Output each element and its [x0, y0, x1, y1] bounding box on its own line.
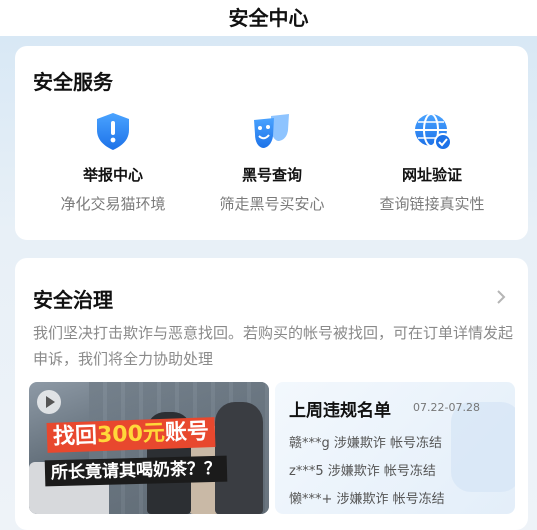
url-verify-desc: 查询链接真实性 — [379, 195, 485, 213]
security-governance-card[interactable]: 安全治理 我们坚决打击欺诈与恶意找回。若购买的帐号被找回，可在订单详情发起申诉，… — [15, 258, 528, 530]
blacklist-query-label: 黑号查询 — [241, 166, 302, 184]
violation-list-title: 上周违规名单 — [289, 401, 391, 421]
shield-exclamation-icon — [97, 113, 129, 150]
violation-row: 赣***g 涉嫌欺诈 帐号冻结 — [289, 436, 443, 451]
chevron-right-icon[interactable] — [494, 288, 508, 306]
violation-list-card[interactable]: 上周违规名单 07.22-07.28 赣***g 涉嫌欺诈 帐号冻结 z***5… — [275, 382, 515, 514]
video-thumbnail[interactable]: 找回300元账号 所长竟请其喝奶茶？？ — [29, 382, 269, 514]
security-services-card: 安全服务 举报中心 净化交易猫环境 黑号查询 筛走黑号买安心 网址验证 查询链接… — [15, 46, 528, 240]
decorative-shape — [451, 402, 515, 492]
thumbnail-headline: 找回300元账号 — [46, 417, 216, 453]
report-center-desc: 净化交易猫环境 — [60, 195, 166, 213]
violation-date-range: 07.22-07.28 — [413, 401, 480, 414]
blacklist-query-desc: 筛走黑号买安心 — [219, 195, 325, 213]
report-center-button[interactable]: 举报中心 净化交易猫环境 — [38, 110, 188, 214]
thumbnail-subheadline: 所长竟请其喝奶茶？？ — [44, 455, 228, 487]
play-icon[interactable] — [37, 390, 61, 414]
masks-icon — [254, 114, 289, 148]
section-title-governance: 安全治理 — [33, 288, 113, 312]
url-verify-label: 网址验证 — [401, 166, 462, 184]
report-center-label: 举报中心 — [82, 166, 143, 184]
violation-row: 懒***+ 涉嫌欺诈 帐号冻结 — [289, 492, 445, 507]
violation-row: z***5 涉嫌欺诈 帐号冻结 — [289, 464, 436, 479]
section-title-services: 安全服务 — [33, 70, 113, 94]
blacklist-query-button[interactable]: 黑号查询 筛走黑号买安心 — [197, 110, 347, 214]
page-title: 安全中心 — [228, 6, 309, 30]
url-verify-button[interactable]: 网址验证 查询链接真实性 — [357, 110, 507, 214]
governance-description: 我们坚决打击欺诈与恶意找回。若购买的帐号被找回，可在订单详情发起申诉，我们将全力… — [33, 324, 514, 368]
globe-check-icon — [415, 113, 452, 151]
